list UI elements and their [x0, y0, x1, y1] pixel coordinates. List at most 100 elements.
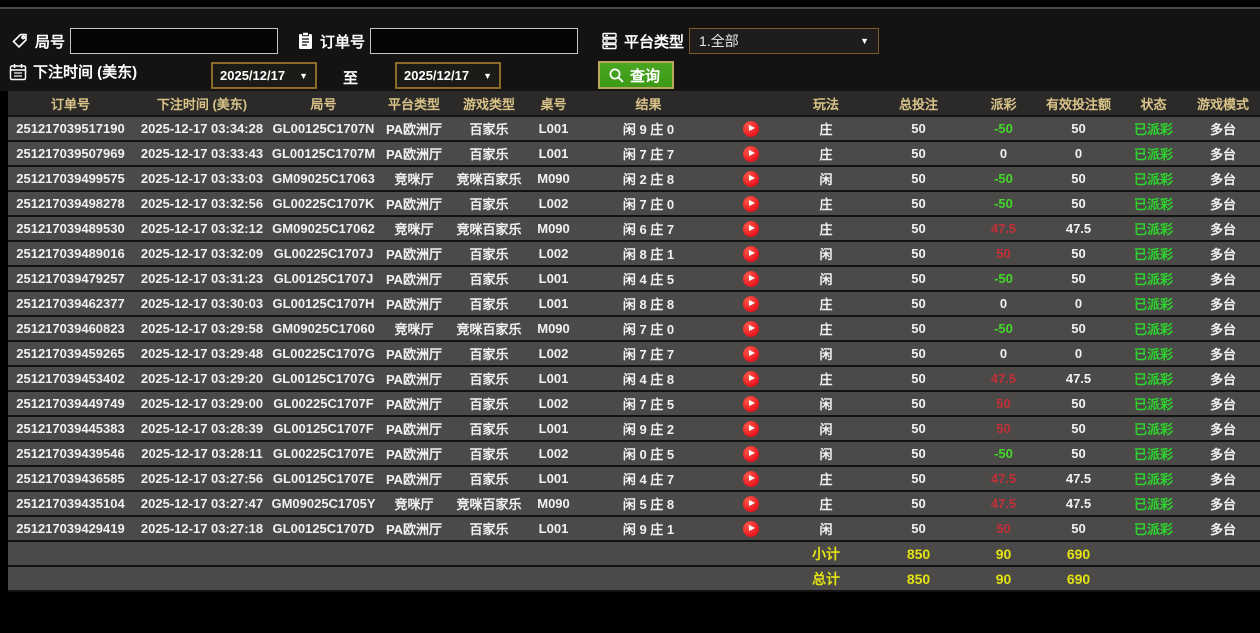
play-replay-icon[interactable] [743, 496, 759, 512]
cell-total-bet: 50 [866, 391, 971, 416]
round-number-input[interactable] [70, 28, 278, 54]
cell-game-mode: 多台 [1186, 366, 1260, 391]
cell-replay [716, 441, 786, 466]
date-range-to-label: 至 [343, 67, 358, 88]
cell-table-number: L001 [526, 466, 581, 491]
header-play-type: 玩法 [786, 91, 866, 116]
cell-platform-type: PA欧洲厅 [376, 516, 452, 541]
tag-icon [10, 31, 30, 51]
cell-table-number: L001 [526, 116, 581, 141]
cell-bet-time: 2025-12-17 03:32:09 [133, 241, 271, 266]
table-row: 2512170394982782025-12-17 03:32:56GL0022… [8, 191, 1260, 216]
table-row: 2512170394608232025-12-17 03:29:58GM0902… [8, 316, 1260, 341]
top-black-bar [0, 0, 1260, 9]
cell-valid-bet: 50 [1036, 241, 1121, 266]
cell-result: 闲 7 庄 0 [581, 316, 716, 341]
cell-round-number: GL00125C1707M [271, 141, 376, 166]
cell-total-bet: 50 [866, 191, 971, 216]
cell-result: 闲 9 庄 1 [581, 516, 716, 541]
play-replay-icon[interactable] [743, 146, 759, 162]
play-replay-icon[interactable] [743, 396, 759, 412]
cell-payout: -50 [971, 441, 1036, 466]
cell-payout: 0 [971, 341, 1036, 366]
play-replay-icon[interactable] [743, 421, 759, 437]
cell-order-number: 251217039453402 [8, 366, 133, 391]
cell-table-number: L002 [526, 241, 581, 266]
cell-play-type: 闲 [786, 416, 866, 441]
table-row: 2512170394453832025-12-17 03:28:39GL0012… [8, 416, 1260, 441]
table-row: 2512170394995752025-12-17 03:33:03GM0902… [8, 166, 1260, 191]
order-number-input[interactable] [370, 28, 578, 54]
cell-result: 闲 6 庄 7 [581, 216, 716, 241]
cell-result: 闲 7 庄 5 [581, 391, 716, 416]
cell-valid-bet: 50 [1036, 266, 1121, 291]
cell-game-type: 百家乐 [452, 416, 526, 441]
play-replay-icon[interactable] [743, 296, 759, 312]
cell-status: 已派彩 [1121, 466, 1186, 491]
play-replay-icon[interactable] [743, 521, 759, 537]
cell-game-type: 百家乐 [452, 191, 526, 216]
header-order-number: 订单号 [8, 91, 133, 116]
cell-status: 已派彩 [1121, 491, 1186, 516]
header-status: 状态 [1121, 91, 1186, 116]
subtotal-payout: 90 [971, 541, 1036, 566]
cell-order-number: 251217039479257 [8, 266, 133, 291]
cell-game-type: 百家乐 [452, 291, 526, 316]
cell-order-number: 251217039445383 [8, 416, 133, 441]
cell-total-bet: 50 [866, 366, 971, 391]
play-replay-icon[interactable] [743, 171, 759, 187]
cell-payout: 50 [971, 416, 1036, 441]
cell-game-mode: 多台 [1186, 191, 1260, 216]
cell-bet-time: 2025-12-17 03:34:28 [133, 116, 271, 141]
play-replay-icon[interactable] [743, 221, 759, 237]
cell-play-type: 庄 [786, 291, 866, 316]
search-button[interactable]: 查询 [598, 61, 674, 89]
play-replay-icon[interactable] [743, 471, 759, 487]
date-from-select[interactable]: 2025/12/17 ▼ [211, 62, 317, 89]
cell-valid-bet: 47.5 [1036, 491, 1121, 516]
cell-game-mode: 多台 [1186, 216, 1260, 241]
header-payout: 派彩 [971, 91, 1036, 116]
cell-game-type: 竞咪百家乐 [452, 316, 526, 341]
cell-round-number: GL00125C1707G [271, 366, 376, 391]
play-replay-icon[interactable] [743, 346, 759, 362]
table-row: 2512170394497492025-12-17 03:29:00GL0022… [8, 391, 1260, 416]
date-to-select[interactable]: 2025/12/17 ▼ [395, 62, 501, 89]
play-replay-icon[interactable] [743, 446, 759, 462]
date-from-value: 2025/12/17 [220, 68, 285, 83]
play-replay-icon[interactable] [743, 196, 759, 212]
cell-total-bet: 50 [866, 491, 971, 516]
play-replay-icon[interactable] [743, 271, 759, 287]
play-replay-icon[interactable] [743, 371, 759, 387]
subtotal-total-bet: 850 [866, 541, 971, 566]
cell-order-number: 251217039459265 [8, 341, 133, 366]
play-replay-icon[interactable] [743, 321, 759, 337]
cell-platform-type: PA欧洲厅 [376, 341, 452, 366]
cell-play-type: 庄 [786, 316, 866, 341]
cell-valid-bet: 50 [1036, 316, 1121, 341]
cell-payout: 0 [971, 141, 1036, 166]
table-row: 2512170394890162025-12-17 03:32:09GL0022… [8, 241, 1260, 266]
grand-total-total-bet: 850 [866, 566, 971, 591]
cell-payout: 50 [971, 391, 1036, 416]
cell-result: 闲 2 庄 8 [581, 166, 716, 191]
play-replay-icon[interactable] [743, 121, 759, 137]
cell-game-type: 百家乐 [452, 441, 526, 466]
play-replay-icon[interactable] [743, 246, 759, 262]
cell-replay [716, 341, 786, 366]
cell-game-mode: 多台 [1186, 441, 1260, 466]
cell-payout: 47.5 [971, 466, 1036, 491]
platform-type-select[interactable]: 1.全部 ▼ [689, 28, 879, 54]
cell-game-mode: 多台 [1186, 491, 1260, 516]
header-game-mode: 游戏模式 [1186, 91, 1260, 116]
header-valid-bet: 有效投注额 [1036, 91, 1121, 116]
cell-result: 闲 8 庄 1 [581, 241, 716, 266]
cell-round-number: GL00125C1707N [271, 116, 376, 141]
cell-order-number: 251217039498278 [8, 191, 133, 216]
cell-play-type: 闲 [786, 241, 866, 266]
cell-replay [716, 316, 786, 341]
bet-time-filter: 下注时间 (美东) [8, 61, 137, 82]
cell-platform-type: PA欧洲厅 [376, 241, 452, 266]
cell-game-mode: 多台 [1186, 141, 1260, 166]
cell-table-number: L002 [526, 391, 581, 416]
